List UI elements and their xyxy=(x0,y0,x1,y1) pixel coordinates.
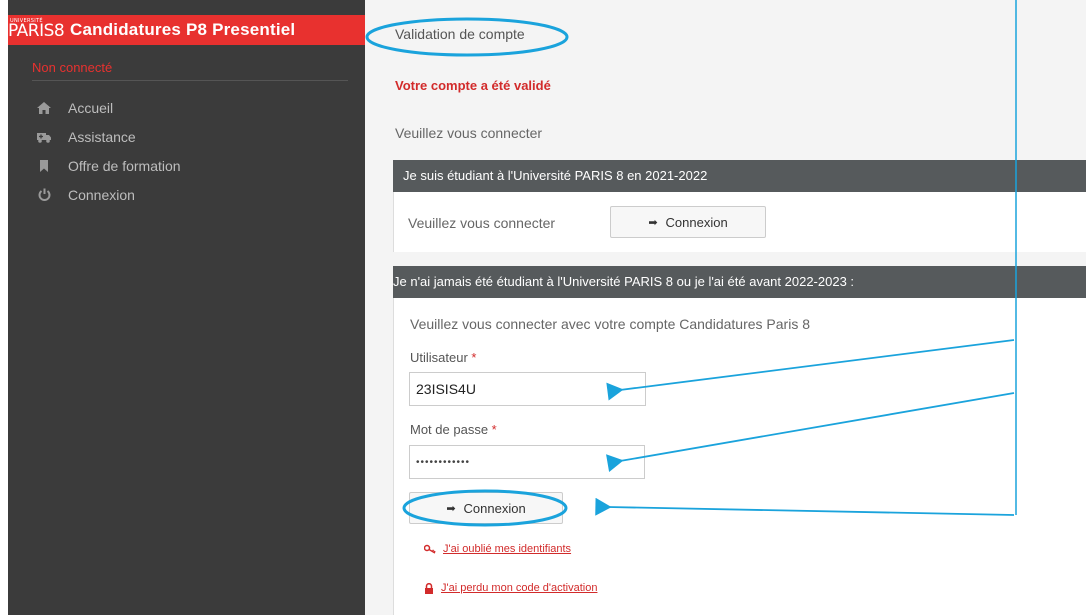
button-label: Connexion xyxy=(665,214,728,230)
sidebar-item-offre[interactable]: Offre de formation xyxy=(34,151,181,180)
sidebar-item-accueil[interactable]: Accueil xyxy=(34,93,181,122)
password-input[interactable]: •••••••••••• xyxy=(409,445,645,479)
button-label: Connexion xyxy=(463,500,526,516)
power-icon xyxy=(34,188,54,202)
sidebar-divider xyxy=(32,80,348,81)
password-label: Mot de passe * xyxy=(410,422,497,437)
student-panel: Veuillez vous connecter ➡ Connexion xyxy=(393,192,1086,252)
sidebar-item-label: Assistance xyxy=(68,128,136,145)
brand-header[interactable]: UNIVERSITÉ PARIS8 Candidatures P8 Presen… xyxy=(8,15,365,45)
student-panel-text: Veuillez vous connecter xyxy=(408,215,556,231)
home-icon xyxy=(34,101,54,115)
account-login-button[interactable]: ➡ Connexion xyxy=(409,492,563,524)
username-input[interactable]: 23ISIS4U xyxy=(409,372,646,406)
username-value: 23ISIS4U xyxy=(416,381,476,397)
page-title: Validation de compte xyxy=(395,26,525,42)
lock-icon xyxy=(424,582,434,594)
ambulance-icon xyxy=(34,130,54,144)
username-label-text: Utilisateur xyxy=(410,350,468,365)
sidebar-item-assistance[interactable]: Assistance xyxy=(34,122,181,151)
new-applicant-intro: Veuillez vous connecter avec votre compt… xyxy=(410,316,810,332)
sidebar: UNIVERSITÉ PARIS8 Candidatures P8 Presen… xyxy=(8,0,365,615)
bookmark-icon xyxy=(34,159,54,173)
sidebar-item-label: Offre de formation xyxy=(68,157,181,174)
sidebar-nav: Accueil Assistance Offre de formation Co… xyxy=(34,93,181,209)
sidebar-item-label: Accueil xyxy=(68,99,114,116)
required-mark: * xyxy=(491,422,497,437)
forgot-credentials-link[interactable]: J'ai oublié mes identifiants xyxy=(424,543,571,555)
left-edge xyxy=(0,0,8,615)
student-panel-heading: Je suis étudiant à l'Université PARIS 8 … xyxy=(393,160,1086,192)
sidebar-item-label: Connexion xyxy=(68,186,135,203)
success-message: Votre compte a été validé xyxy=(395,78,551,93)
required-mark: * xyxy=(471,350,477,365)
lost-code-link-text: J'ai perdu mon code d'activation xyxy=(441,582,598,594)
new-applicant-panel: Veuillez vous connecter avec votre compt… xyxy=(393,298,1086,615)
login-hint: Veuillez vous connecter xyxy=(395,125,543,141)
student-login-button[interactable]: ➡ Connexion xyxy=(610,206,766,238)
password-value: •••••••••••• xyxy=(416,456,471,468)
forgot-link-text: J'ai oublié mes identifiants xyxy=(443,543,572,555)
connection-status: Non connecté xyxy=(32,60,113,75)
sidebar-item-connexion[interactable]: Connexion xyxy=(34,180,181,209)
key-icon xyxy=(424,544,436,554)
password-label-text: Mot de passe xyxy=(410,422,489,437)
sign-in-icon: ➡ xyxy=(648,216,658,229)
new-applicant-panel-heading: Je n'ai jamais été étudiant à l'Universi… xyxy=(393,266,1086,298)
university-logo: UNIVERSITÉ PARIS8 xyxy=(8,15,68,45)
app-title: Candidatures P8 Presentiel xyxy=(70,20,296,39)
logo-text: PARIS8 xyxy=(8,21,65,41)
username-label: Utilisateur * xyxy=(410,350,476,365)
main-content: Validation de compte Votre compte a été … xyxy=(365,0,1086,615)
sign-in-icon: ➡ xyxy=(446,502,456,515)
lost-activation-code-link[interactable]: J'ai perdu mon code d'activation xyxy=(424,582,597,594)
